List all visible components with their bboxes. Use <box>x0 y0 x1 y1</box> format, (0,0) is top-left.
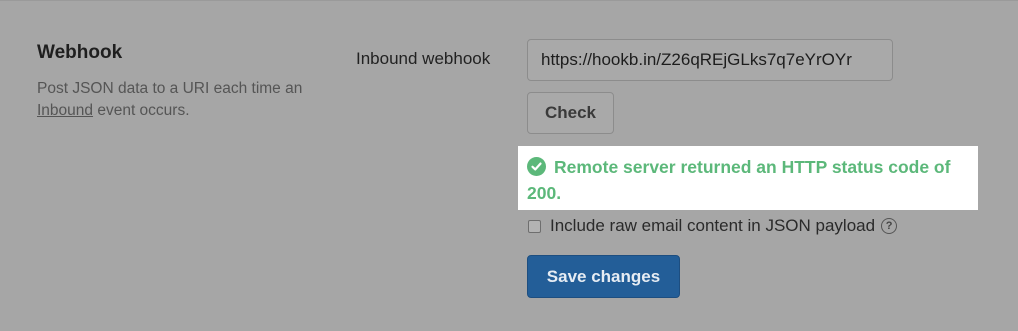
include-raw-checkbox[interactable] <box>528 219 541 233</box>
inbound-link[interactable]: Inbound <box>37 102 93 119</box>
check-circle-icon <box>527 157 546 176</box>
webhook-settings-panel: Webhook Post JSON data to a URI each tim… <box>0 0 1018 331</box>
inbound-webhook-input[interactable]: https://hookb.in/Z26qREjGLks7q7eYrOYr <box>527 39 893 81</box>
status-message: Remote server returned an HTTP status co… <box>527 154 969 206</box>
description-prefix: Post JSON data to a URI each time an <box>37 80 303 97</box>
section-title: Webhook <box>37 42 123 63</box>
top-divider <box>0 0 1018 1</box>
save-changes-button[interactable]: Save changes <box>527 255 680 298</box>
include-raw-option: Include raw email content in JSON payloa… <box>528 215 898 237</box>
status-text: Remote server returned an HTTP status co… <box>527 157 951 203</box>
section-description: Post JSON data to a URI each time an Inb… <box>37 78 307 122</box>
status-message-box: Remote server returned an HTTP status co… <box>518 146 978 210</box>
help-icon[interactable]: ? <box>881 218 898 234</box>
include-raw-label[interactable]: Include raw email content in JSON payloa… <box>550 216 875 236</box>
description-suffix: event occurs. <box>93 102 190 119</box>
check-button[interactable]: Check <box>527 92 614 134</box>
inbound-webhook-label: Inbound webhook <box>356 49 491 68</box>
